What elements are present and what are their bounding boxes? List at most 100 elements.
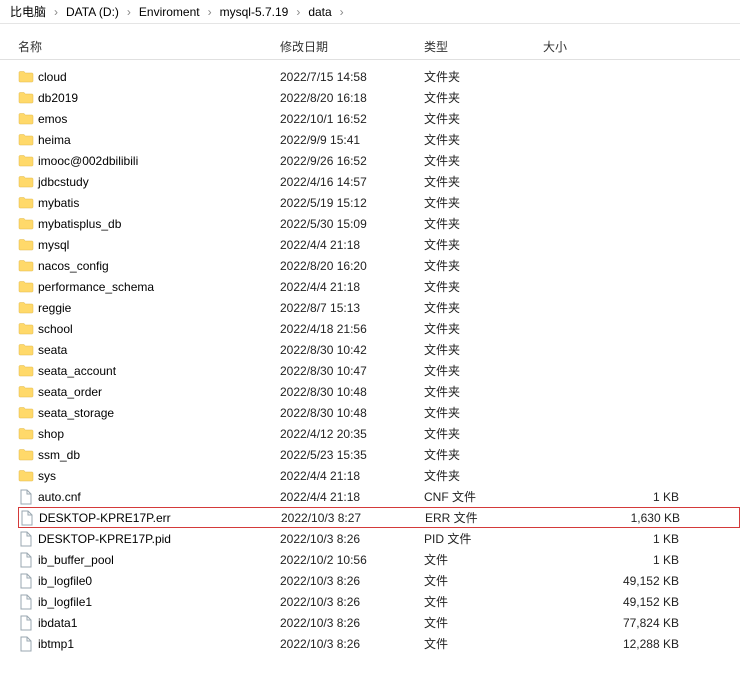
file-name: DESKTOP-KPRE17P.pid xyxy=(38,532,171,546)
breadcrumb-item[interactable]: Enviroment xyxy=(137,5,202,19)
file-name: seata_order xyxy=(38,385,102,399)
cell-date: 2022/10/3 8:26 xyxy=(280,637,424,651)
file-row[interactable]: ibdata12022/10/3 8:26文件77,824 KB xyxy=(18,612,740,633)
folder-row[interactable]: mysql2022/4/4 21:18文件夹 xyxy=(18,234,740,255)
cell-name: auto.cnf xyxy=(18,489,280,505)
file-icon xyxy=(18,594,34,610)
file-row[interactable]: ib_logfile02022/10/3 8:26文件49,152 KB xyxy=(18,570,740,591)
folder-icon xyxy=(18,342,34,358)
cell-type: 文件夹 xyxy=(424,131,543,148)
column-header-name[interactable]: 名称 xyxy=(18,38,280,55)
folder-row[interactable]: seata_order2022/8/30 10:48文件夹 xyxy=(18,381,740,402)
folder-row[interactable]: reggie2022/8/7 15:13文件夹 xyxy=(18,297,740,318)
folder-icon xyxy=(18,237,34,253)
cell-type: 文件夹 xyxy=(424,173,543,190)
cell-type: 文件夹 xyxy=(424,278,543,295)
cell-type: 文件夹 xyxy=(424,341,543,358)
cell-date: 2022/10/1 16:52 xyxy=(280,112,424,126)
folder-row[interactable]: mybatis2022/5/19 15:12文件夹 xyxy=(18,192,740,213)
file-row[interactable]: DESKTOP-KPRE17P.err2022/10/3 8:27ERR 文件1… xyxy=(18,507,740,528)
breadcrumb-item[interactable]: data xyxy=(306,5,333,19)
cell-date: 2022/7/15 14:58 xyxy=(280,70,424,84)
folder-row[interactable]: jdbcstudy2022/4/16 14:57文件夹 xyxy=(18,171,740,192)
file-row[interactable]: ib_logfile12022/10/3 8:26文件49,152 KB xyxy=(18,591,740,612)
folder-row[interactable]: heima2022/9/9 15:41文件夹 xyxy=(18,129,740,150)
cell-name: mybatis xyxy=(18,195,280,211)
cell-name: ib_logfile0 xyxy=(18,573,280,589)
column-header-size[interactable]: 大小 xyxy=(543,38,703,55)
folder-row[interactable]: sys2022/4/4 21:18文件夹 xyxy=(18,465,740,486)
folder-row[interactable]: seata_storage2022/8/30 10:48文件夹 xyxy=(18,402,740,423)
cell-name: emos xyxy=(18,111,280,127)
cell-type: 文件夹 xyxy=(424,194,543,211)
cell-date: 2022/10/3 8:26 xyxy=(280,574,424,588)
folder-icon xyxy=(18,174,34,190)
cell-date: 2022/4/4 21:18 xyxy=(280,469,424,483)
breadcrumb-item[interactable]: DATA (D:) xyxy=(64,5,121,19)
file-row[interactable]: ib_buffer_pool2022/10/2 10:56文件1 KB xyxy=(18,549,740,570)
cell-date: 2022/8/30 10:42 xyxy=(280,343,424,357)
cell-type: 文件夹 xyxy=(424,89,543,106)
file-row[interactable]: ibtmp12022/10/3 8:26文件12,288 KB xyxy=(18,633,740,654)
folder-row[interactable]: nacos_config2022/8/20 16:20文件夹 xyxy=(18,255,740,276)
file-list: cloud2022/7/15 14:58文件夹db20192022/8/20 1… xyxy=(0,60,740,654)
cell-name: ib_buffer_pool xyxy=(18,552,280,568)
folder-row[interactable]: performance_schema2022/4/4 21:18文件夹 xyxy=(18,276,740,297)
folder-row[interactable]: seata_account2022/8/30 10:47文件夹 xyxy=(18,360,740,381)
cell-date: 2022/8/30 10:48 xyxy=(280,385,424,399)
column-header-type[interactable]: 类型 xyxy=(424,38,543,55)
file-name: imooc@002dbilibili xyxy=(38,154,138,168)
cell-size: 1 KB xyxy=(543,490,683,504)
cell-name: seata_storage xyxy=(18,405,280,421)
cell-date: 2022/8/20 16:20 xyxy=(280,259,424,273)
cell-date: 2022/10/3 8:26 xyxy=(280,616,424,630)
file-icon xyxy=(19,510,35,526)
file-name: seata xyxy=(38,343,67,357)
folder-row[interactable]: emos2022/10/1 16:52文件夹 xyxy=(18,108,740,129)
folder-row[interactable]: ssm_db2022/5/23 15:35文件夹 xyxy=(18,444,740,465)
cell-name: seata_order xyxy=(18,384,280,400)
folder-icon xyxy=(18,363,34,379)
folder-row[interactable]: seata 2022/8/30 10:42文件夹 xyxy=(18,339,740,360)
folder-row[interactable]: cloud2022/7/15 14:58文件夹 xyxy=(18,66,740,87)
file-name: sys xyxy=(38,469,56,483)
folder-row[interactable]: mybatisplus_db2022/5/30 15:09文件夹 xyxy=(18,213,740,234)
folder-icon xyxy=(18,90,34,106)
cell-type: 文件夹 xyxy=(424,404,543,421)
folder-row[interactable]: imooc@002dbilibili2022/9/26 16:52文件夹 xyxy=(18,150,740,171)
cell-name: cloud xyxy=(18,69,280,85)
file-name: DESKTOP-KPRE17P.err xyxy=(39,511,171,525)
file-name: mybatis xyxy=(38,196,79,210)
folder-row[interactable]: shop2022/4/12 20:35文件夹 xyxy=(18,423,740,444)
folder-icon xyxy=(18,279,34,295)
cell-date: 2022/8/30 10:48 xyxy=(280,406,424,420)
file-row[interactable]: auto.cnf2022/4/4 21:18CNF 文件1 KB xyxy=(18,486,740,507)
file-name: emos xyxy=(38,112,67,126)
cell-date: 2022/4/4 21:18 xyxy=(280,280,424,294)
column-headers: 名称 修改日期 类型 大小 xyxy=(0,34,740,60)
cell-name: imooc@002dbilibili xyxy=(18,153,280,169)
file-name: shop xyxy=(38,427,64,441)
cell-date: 2022/8/30 10:47 xyxy=(280,364,424,378)
cell-name: shop xyxy=(18,426,280,442)
cell-type: 文件夹 xyxy=(424,320,543,337)
folder-icon xyxy=(18,447,34,463)
folder-icon xyxy=(18,258,34,274)
file-row[interactable]: DESKTOP-KPRE17P.pid2022/10/3 8:26PID 文件1… xyxy=(18,528,740,549)
breadcrumb-item[interactable]: 比电脑 xyxy=(8,3,48,20)
cell-date: 2022/4/4 21:18 xyxy=(280,490,424,504)
cell-name: performance_schema xyxy=(18,279,280,295)
folder-row[interactable]: school2022/4/18 21:56文件夹 xyxy=(18,318,740,339)
file-name: mysql xyxy=(38,238,69,252)
breadcrumb-item[interactable]: mysql-5.7.19 xyxy=(218,5,291,19)
cell-date: 2022/4/16 14:57 xyxy=(280,175,424,189)
cell-type: 文件夹 xyxy=(424,362,543,379)
folder-row[interactable]: db20192022/8/20 16:18文件夹 xyxy=(18,87,740,108)
file-name: ib_buffer_pool xyxy=(38,553,114,567)
file-icon xyxy=(18,573,34,589)
file-name: heima xyxy=(38,133,71,147)
column-header-date[interactable]: 修改日期 xyxy=(280,38,424,55)
file-name: reggie xyxy=(38,301,71,315)
cell-name: reggie xyxy=(18,300,280,316)
cell-size: 1 KB xyxy=(543,532,683,546)
